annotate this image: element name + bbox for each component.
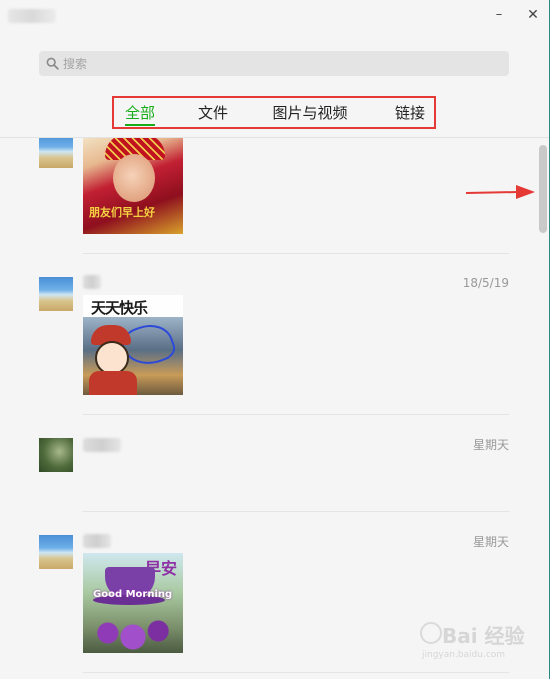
watermark-text: Bai 经验	[442, 624, 525, 648]
image-subcaption: Good Morning	[93, 589, 173, 600]
tab-all[interactable]: 全部	[124, 102, 156, 124]
sender-name-blurred	[83, 438, 121, 452]
list-divider	[83, 672, 509, 673]
tab-photos-videos[interactable]: 图片与视频	[269, 102, 351, 124]
watermark-url: jingyan.baidu.com	[422, 650, 506, 660]
avatar[interactable]	[39, 535, 73, 569]
app-window: – ✕ 全部 文件 图片与视频 链接 朋友们早上好 18/5/19 天天快乐	[0, 0, 550, 679]
sender-name-blurred	[83, 275, 101, 289]
avatar[interactable]	[39, 438, 73, 472]
image-caption: 朋友们早上好	[89, 206, 155, 219]
message-list[interactable]: 朋友们早上好 18/5/19 天天快乐 星期天 星期天 早安 Good Morn…	[0, 138, 540, 679]
image-caption: 天天快乐	[91, 299, 148, 317]
list-divider	[83, 414, 509, 415]
search-icon	[46, 57, 59, 70]
search-bar[interactable]	[39, 51, 509, 76]
image-character-detail	[95, 341, 129, 375]
baidu-watermark: Bai 经验 jingyan.baidu.com	[420, 618, 525, 668]
image-body-detail	[89, 371, 137, 395]
image-thumbnail[interactable]: 天天快乐	[83, 295, 183, 395]
avatar[interactable]	[39, 277, 73, 311]
close-button[interactable]: ✕	[522, 6, 544, 24]
list-divider	[83, 511, 509, 512]
image-face-detail	[113, 154, 155, 202]
image-thumbnail[interactable]: 早安 Good Morning	[83, 553, 183, 653]
tab-links[interactable]: 链接	[393, 102, 427, 124]
paw-logo-icon	[420, 622, 442, 644]
message-time: 星期天	[472, 535, 509, 549]
message-time: 18/5/19	[462, 276, 509, 290]
avatar[interactable]	[39, 138, 73, 168]
active-tab-underline	[125, 124, 155, 126]
title-bar: – ✕	[0, 0, 550, 32]
red-arrow-annotation	[465, 185, 535, 199]
tab-bar-highlight: 全部 文件 图片与视频 链接	[112, 96, 436, 129]
list-divider	[83, 253, 509, 254]
scrollbar-thumb[interactable]	[539, 145, 547, 233]
window-title-blurred	[8, 9, 56, 23]
sender-name-blurred	[83, 534, 111, 548]
image-thumbnail[interactable]: 朋友们早上好	[83, 138, 183, 234]
minimize-button[interactable]: –	[488, 6, 510, 24]
tab-files[interactable]: 文件	[196, 102, 230, 124]
image-flowers-detail	[91, 613, 175, 653]
message-time: 星期天	[472, 438, 509, 452]
search-input[interactable]	[63, 54, 493, 73]
